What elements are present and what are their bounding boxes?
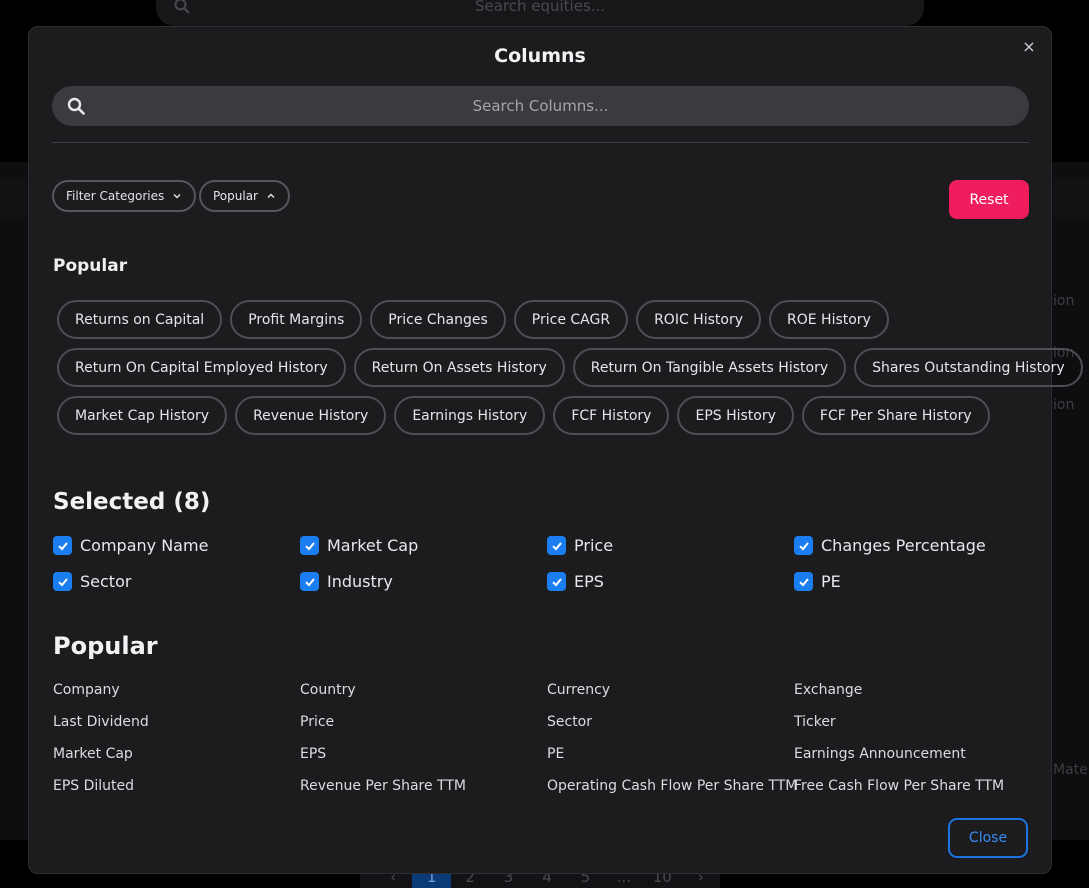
preset-chip[interactable]: Shares Outstanding History <box>854 348 1083 387</box>
selected-column-label: Price <box>574 536 614 555</box>
checkbox-checked-icon[interactable] <box>794 536 813 555</box>
preset-chip[interactable]: Revenue History <box>235 396 387 435</box>
column-search-input[interactable] <box>52 86 1029 126</box>
background-cell-text: Mate <box>1053 762 1088 778</box>
popular-column-item[interactable]: Earnings Announcement <box>794 746 966 762</box>
selected-column-label: Industry <box>327 572 393 591</box>
checkbox-checked-icon[interactable] <box>300 536 319 555</box>
preset-chip-row: Return On Capital Employed History Retur… <box>57 348 1083 387</box>
preset-chip[interactable]: Return On Assets History <box>353 348 565 387</box>
popular-column-item[interactable]: EPS <box>300 746 326 762</box>
popular-filter-label: Popular <box>213 189 258 203</box>
background-search-bar: Search equities... <box>156 0 924 26</box>
filter-categories-dropdown[interactable]: Filter Categories <box>52 180 197 212</box>
popular-columns-heading: Popular <box>53 632 158 660</box>
selected-column-label: PE <box>821 572 841 591</box>
preset-chip[interactable]: Profit Margins <box>230 300 363 339</box>
background-cell-text: ion <box>1053 293 1075 309</box>
preset-chip[interactable]: Return On Tangible Assets History <box>572 348 847 387</box>
popular-column-item[interactable]: Revenue Per Share TTM <box>300 778 466 794</box>
popular-column-item[interactable]: Market Cap <box>53 746 133 762</box>
close-icon[interactable]: × <box>1019 37 1039 57</box>
popular-presets-heading: Popular <box>53 256 128 276</box>
selected-column-item[interactable]: Changes Percentage <box>794 536 986 555</box>
checkbox-checked-icon[interactable] <box>547 572 566 591</box>
preset-chip[interactable]: Price CAGR <box>513 300 629 339</box>
selected-column-item[interactable]: Sector <box>53 572 131 591</box>
preset-chip[interactable]: EPS History <box>677 396 794 435</box>
popular-filter-dropdown[interactable]: Popular <box>199 180 290 212</box>
popular-column-item[interactable]: Price <box>300 714 334 730</box>
background-search-placeholder: Search equities... <box>474 0 606 15</box>
checkbox-checked-icon[interactable] <box>300 572 319 591</box>
popular-column-item[interactable]: EPS Diluted <box>53 778 134 794</box>
selected-heading: Selected (8) <box>53 489 211 515</box>
checkbox-checked-icon[interactable] <box>53 572 72 591</box>
preset-chip-row: Returns on Capital Profit Margins Price … <box>57 300 889 339</box>
popular-column-item[interactable]: Currency <box>547 682 610 698</box>
selected-column-item[interactable]: Price <box>547 536 613 555</box>
close-button[interactable]: Close <box>948 818 1028 858</box>
preset-chip[interactable]: Return On Capital Employed History <box>57 348 346 387</box>
preset-chip[interactable]: FCF Per Share History <box>801 396 990 435</box>
popular-column-item[interactable]: Free Cash Flow Per Share TTM <box>794 778 1004 794</box>
popular-column-item[interactable]: Exchange <box>794 682 862 698</box>
preset-chip[interactable]: Price Changes <box>370 300 506 339</box>
popular-column-item[interactable]: Sector <box>547 714 592 730</box>
selected-column-label: Company Name <box>80 536 209 555</box>
selected-column-label: EPS <box>574 572 604 591</box>
chevron-down-icon <box>173 194 181 199</box>
popular-column-item[interactable]: PE <box>547 746 564 762</box>
preset-chip[interactable]: FCF History <box>553 396 670 435</box>
preset-chip[interactable]: Returns on Capital <box>57 300 223 339</box>
popular-column-item[interactable]: Country <box>300 682 356 698</box>
popular-column-item[interactable]: Ticker <box>794 714 836 730</box>
selected-column-label: Market Cap <box>327 536 419 555</box>
selected-column-item[interactable]: Company Name <box>53 536 208 555</box>
preset-chip[interactable]: ROE History <box>769 300 889 339</box>
column-search-field[interactable] <box>52 86 1029 126</box>
selected-column-label: Changes Percentage <box>821 536 986 555</box>
popular-column-item[interactable]: Operating Cash Flow Per Share TTM <box>547 778 797 794</box>
reset-button[interactable]: Reset <box>949 180 1029 219</box>
selected-column-item[interactable]: EPS <box>547 572 604 591</box>
checkbox-checked-icon[interactable] <box>794 572 813 591</box>
popular-column-item[interactable]: Company <box>53 682 120 698</box>
columns-modal: Columns × Filter Categories Popular Rese… <box>28 26 1083 874</box>
filter-categories-label: Filter Categories <box>66 189 165 203</box>
search-icon <box>174 0 190 14</box>
selected-column-label: Sector <box>80 572 132 591</box>
preset-chip-row: Market Cap History Revenue History Earni… <box>57 396 990 435</box>
checkbox-checked-icon[interactable] <box>53 536 72 555</box>
preset-chip[interactable]: ROIC History <box>636 300 761 339</box>
modal-title: Columns <box>494 45 586 67</box>
popular-column-item[interactable]: Last Dividend <box>53 714 149 730</box>
selected-column-item[interactable]: Market Cap <box>300 536 418 555</box>
background-cell-text: ion <box>1053 397 1075 413</box>
selected-column-item[interactable]: PE <box>794 572 841 591</box>
preset-chip[interactable]: Earnings History <box>394 396 546 435</box>
checkbox-checked-icon[interactable] <box>547 536 566 555</box>
selected-column-item[interactable]: Industry <box>300 572 393 591</box>
divider <box>52 142 1029 143</box>
chevron-up-icon <box>267 193 275 198</box>
preset-chip[interactable]: Market Cap History <box>57 396 228 435</box>
